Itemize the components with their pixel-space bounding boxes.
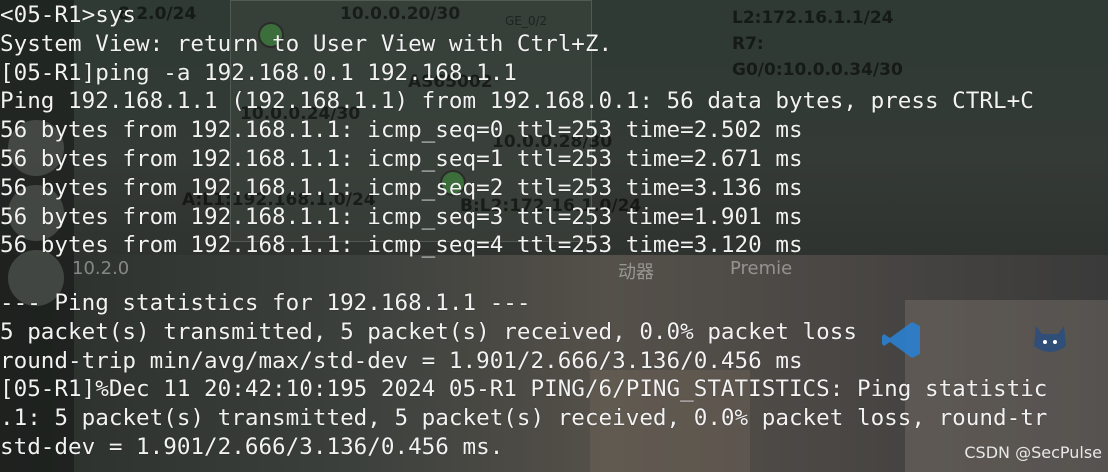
terminal-line: Ping 192.168.1.1 (192.168.1.1) from 192.… [0, 88, 1034, 115]
terminal-line: [05-R1]%Dec 11 20:42:10:195 2024 05-R1 P… [0, 376, 1048, 403]
terminal-line: round-trip min/avg/max/std-dev = 1.901/2… [0, 347, 803, 374]
terminal-line: <05-R1>sys [0, 2, 137, 28]
terminal-line: .1: 5 packet(s) transmitted, 5 packet(s)… [0, 405, 1048, 432]
terminal-line: 5 packet(s) transmitted, 5 packet(s) rec… [0, 318, 857, 345]
terminal-line: --- Ping statistics for 192.168.1.1 --- [0, 289, 531, 316]
terminal-line: 56 bytes from 192.168.1.1: icmp_seq=1 tt… [0, 145, 803, 172]
terminal-output[interactable]: <05-R1>sys System View: return to User V… [0, 1, 1108, 462]
terminal-line: 56 bytes from 192.168.1.1: icmp_seq=2 tt… [0, 174, 803, 201]
terminal-line: std-dev = 1.901/2.666/3.136/0.456 ms. [0, 433, 504, 460]
watermark: CSDN @SecPulse [964, 443, 1102, 462]
terminal-line: System View: return to User View with Ct… [0, 30, 613, 57]
terminal-line: 56 bytes from 192.168.1.1: icmp_seq=4 tt… [0, 232, 803, 259]
terminal-line: 56 bytes from 192.168.1.1: icmp_seq=3 tt… [0, 203, 803, 230]
terminal-line: [05-R1]ping -a 192.168.0.1 192.168.1.1 [0, 59, 517, 86]
terminal-line: 56 bytes from 192.168.1.1: icmp_seq=0 tt… [0, 117, 803, 144]
